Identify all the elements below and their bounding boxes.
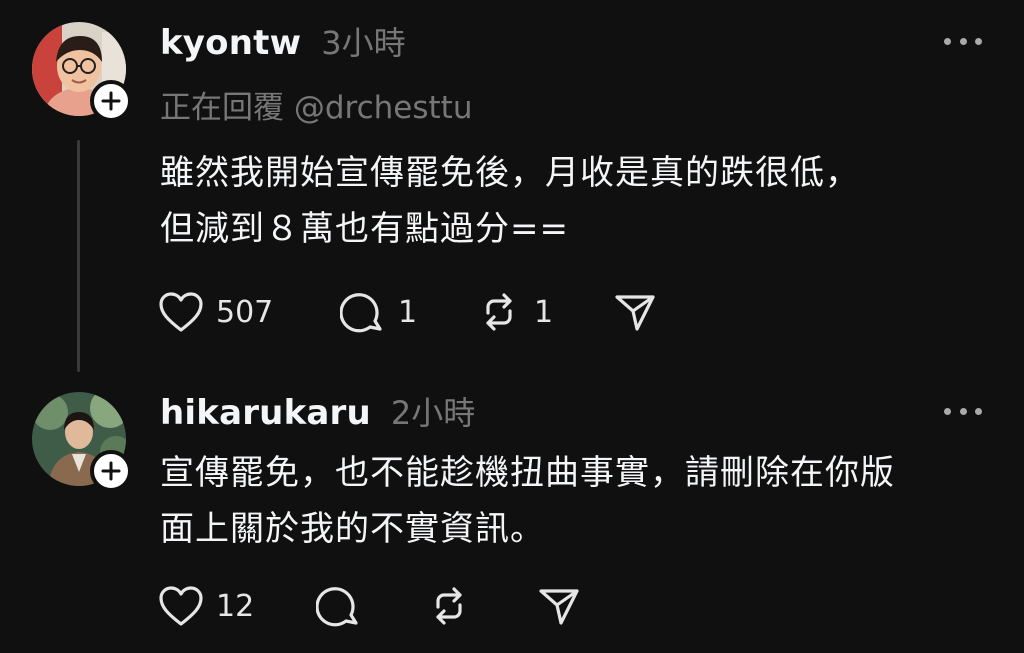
dot-icon [944,37,951,45]
follow-button[interactable] [90,450,132,492]
username[interactable]: kyontw [160,23,301,63]
plus-icon [101,461,121,481]
post-kyontw: kyontw 3小時 正在回覆 @drchesttu 雖然我開始宣傳罷免後，月收… [0,0,1024,380]
comment-icon [316,587,358,627]
comment-button[interactable]: 1 [340,288,417,336]
dot-icon [959,407,967,415]
plus-icon [101,91,121,111]
send-icon [615,295,655,331]
dot-icon [944,407,951,415]
avatar-container[interactable] [32,392,132,492]
repost-icon [436,587,462,625]
post-text-line: 雖然我開始宣傳罷免後，月收是真的跌很低， [160,153,860,193]
comment-button[interactable] [316,582,362,630]
share-button[interactable] [612,288,658,336]
send-icon [539,589,579,625]
reply-prefix: 正在回覆 [160,90,284,126]
dot-icon [959,37,967,45]
like-count: 12 [216,588,255,624]
post-text: 雖然我開始宣傳罷免後，月收是真的跌很低， 但減到８萬也有點過分== [160,145,1000,257]
repost-count: 1 [534,294,554,330]
thread-line [77,140,80,372]
post-header: hikarukaru 2小時 [160,388,475,434]
repost-icon [486,293,512,331]
heart-icon [159,292,203,332]
timestamp[interactable]: 2小時 [391,388,475,434]
more-options-button[interactable] [944,34,982,48]
post-header: kyontw 3小時 [160,18,406,64]
avatar-container[interactable] [32,22,132,122]
like-button[interactable]: 507 [158,288,273,336]
comment-count: 1 [398,294,418,330]
post-text-line: 面上關於我的不實資訊。 [160,509,545,549]
reply-context: 正在回覆 @drchesttu [160,82,472,127]
repost-button[interactable]: 1 [476,288,553,336]
more-options-button[interactable] [944,404,982,418]
dot-icon [975,407,982,415]
timestamp[interactable]: 3小時 [321,18,405,64]
dot-icon [975,37,982,45]
post-text-line: 宣傳罷免，也不能趁機扭曲事實，請刪除在你版 [160,453,895,493]
heart-icon [159,586,203,626]
repost-button[interactable] [426,582,472,630]
like-button[interactable]: 12 [158,582,254,630]
reply-to-handle[interactable]: @drchesttu [294,90,473,126]
post-hikarukaru: hikarukaru 2小時 宣傳罷免，也不能趁機扭曲事實，請刪除在你版 面上關… [0,380,1024,653]
username[interactable]: hikarukaru [160,393,371,433]
share-button[interactable] [536,582,582,630]
like-count: 507 [216,294,274,330]
follow-button[interactable] [90,80,132,122]
comment-icon [340,293,382,333]
post-text-line: 但減到８萬也有點過分== [160,209,569,249]
post-text: 宣傳罷免，也不能趁機扭曲事實，請刪除在你版 面上關於我的不實資訊。 [160,445,1000,557]
